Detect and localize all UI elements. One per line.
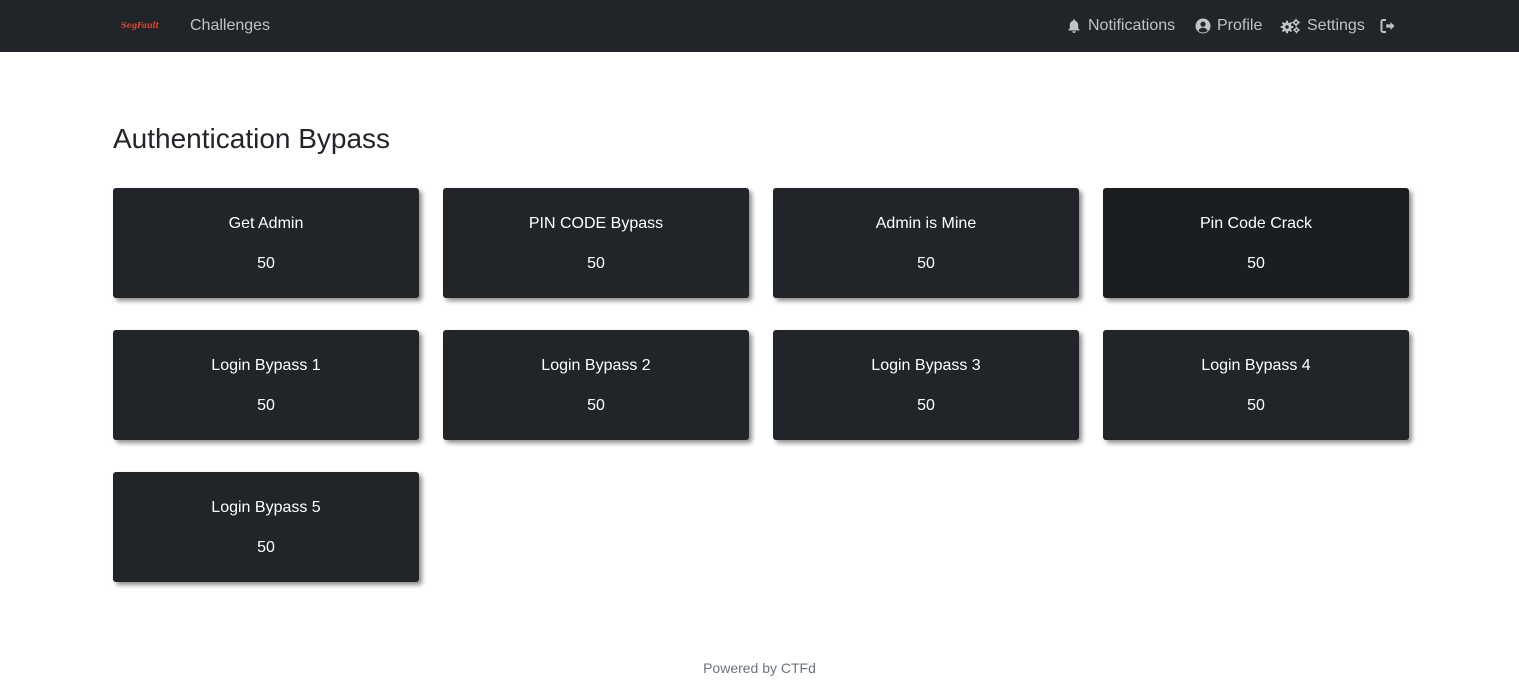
nav-notifications[interactable]: Notifications [1066, 0, 1175, 52]
footer: Powered by CTFd [0, 658, 1519, 678]
gears-icon [1280, 18, 1300, 34]
challenge-card-login-bypass-2[interactable]: Login Bypass 2 50 [443, 330, 749, 440]
challenge-value: 50 [257, 539, 275, 556]
challenge-value: 50 [257, 255, 275, 272]
challenge-card-get-admin[interactable]: Get Admin 50 [113, 188, 419, 298]
nav-profile-label: Profile [1217, 17, 1263, 34]
bell-icon [1068, 19, 1080, 33]
challenge-name: Login Bypass 3 [871, 357, 981, 374]
nav-settings[interactable]: Settings [1280, 0, 1365, 52]
challenge-card-login-bypass-3[interactable]: Login Bypass 3 50 [773, 330, 1079, 440]
user-circle-icon [1195, 18, 1211, 34]
challenge-value: 50 [587, 255, 605, 272]
challenge-card-pin-code-crack[interactable]: Pin Code Crack 50 [1103, 188, 1409, 298]
challenge-name: Pin Code Crack [1199, 215, 1313, 232]
nav-notifications-label: Notifications [1088, 17, 1176, 34]
challenge-name: Login Bypass 4 [1201, 357, 1311, 374]
challenge-name: Login Bypass 1 [211, 357, 321, 374]
nav-logout[interactable] [1380, 0, 1397, 52]
challenge-value: 50 [917, 397, 935, 414]
challenge-card-pin-code-bypass[interactable]: PIN CODE Bypass 50 [443, 188, 749, 298]
challenge-card-login-bypass-1[interactable]: Login Bypass 1 50 [113, 330, 419, 440]
challenge-value: 50 [257, 397, 275, 414]
challenge-name: Get Admin [228, 215, 304, 232]
challenge-value: 50 [1247, 255, 1265, 272]
challenge-name: Admin is Mine [875, 215, 977, 232]
top-navbar: SegFault Challenges Notifications Profil… [0, 0, 1519, 52]
challenge-name: PIN CODE Bypass [528, 215, 664, 232]
challenge-value: 50 [1247, 397, 1265, 414]
powered-by-link[interactable]: Powered by CTFd [703, 660, 816, 676]
category-title: Authentication Bypass [113, 123, 391, 154]
challenge-name: Login Bypass 5 [211, 499, 321, 516]
challenge-value: 50 [917, 255, 935, 272]
logout-icon [1380, 19, 1395, 33]
challenge-card-admin-is-mine[interactable]: Admin is Mine 50 [773, 188, 1079, 298]
challenge-name: Login Bypass 2 [541, 357, 651, 374]
brand-logo[interactable]: SegFault [121, 17, 159, 33]
nav-settings-label: Settings [1307, 17, 1365, 34]
nav-profile[interactable]: Profile [1195, 0, 1262, 52]
nav-challenges-label: Challenges [190, 17, 271, 34]
challenge-card-login-bypass-4[interactable]: Login Bypass 4 50 [1103, 330, 1409, 440]
challenge-value: 50 [587, 397, 605, 414]
challenge-card-login-bypass-5[interactable]: Login Bypass 5 50 [113, 472, 419, 582]
nav-challenges[interactable]: Challenges [190, 0, 270, 52]
